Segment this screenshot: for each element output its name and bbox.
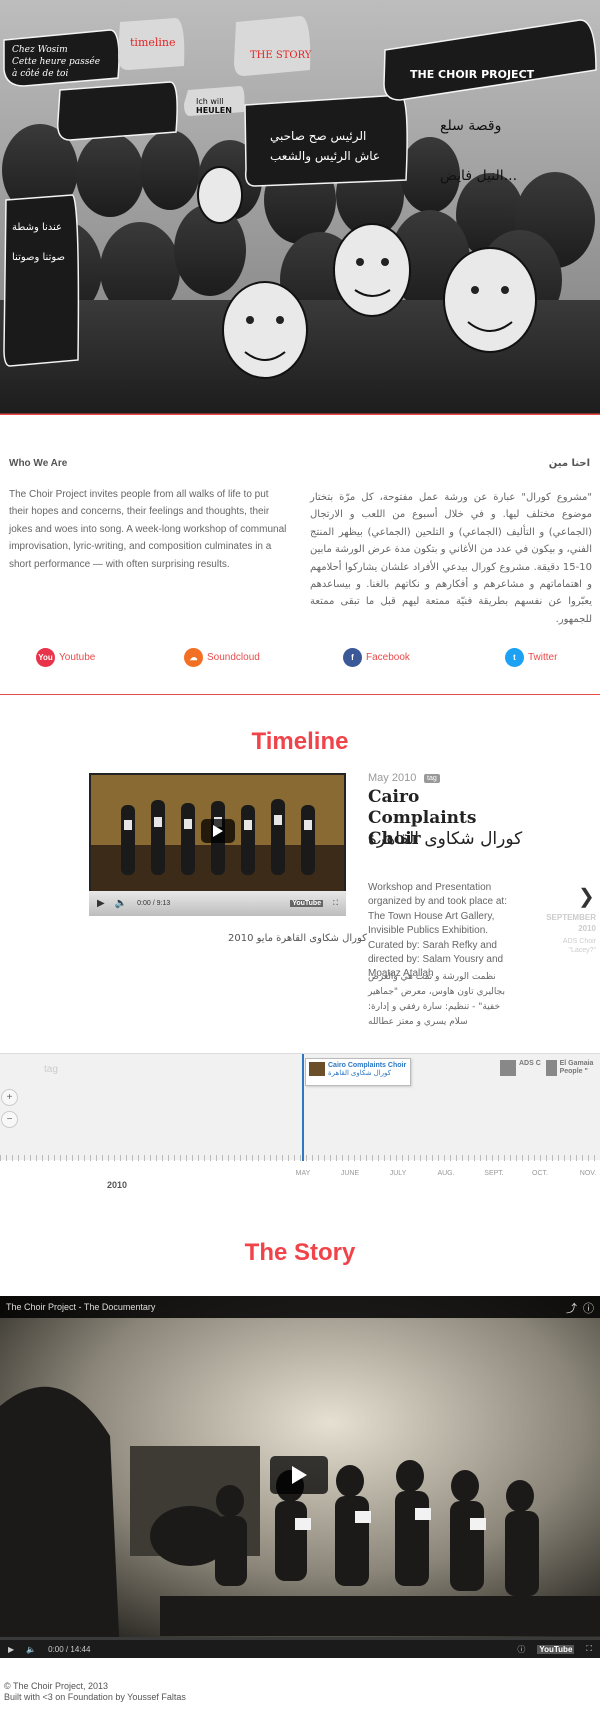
fullscreen-icon[interactable]: ⛶ xyxy=(586,1644,592,1654)
svg-text:الرئيس صح صاحبي: الرئيس صح صاحبي xyxy=(270,129,366,144)
timeline-marker-gamaia[interactable]: El Gamaia People " xyxy=(546,1060,600,1076)
info-icon[interactable]: ⓘ xyxy=(517,1644,525,1655)
nav-ghost-tag: tag xyxy=(44,1064,58,1075)
volume-icon[interactable]: 🔈 xyxy=(115,898,127,909)
who-we-are-heading: Who We Are xyxy=(9,458,68,469)
axis-month: JUNE xyxy=(340,1170,360,1177)
video-title[interactable]: The Choir Project - The Documentary xyxy=(6,1302,155,1312)
video-title-bar: The Choir Project - The Documentary xyxy=(0,1296,600,1318)
next-slide-arrow-icon[interactable]: ❯ xyxy=(578,884,595,909)
youtube-logo-icon[interactable]: YouTube xyxy=(290,900,324,907)
video-caption: كورال شكاوى القاهرة مايو 2010 xyxy=(228,933,367,944)
section-divider xyxy=(0,694,600,695)
svg-text:THE STORY: THE STORY xyxy=(250,50,312,61)
svg-text:THE CHOIR PROJECT: THE CHOIR PROJECT xyxy=(410,68,535,81)
axis-month: MAY xyxy=(295,1170,311,1177)
play-icon[interactable]: ▶ xyxy=(97,898,105,909)
slide-description-ar: نظمت الورشة و تمت هي والعرض بجاليري تاون… xyxy=(368,972,505,1027)
slide-date: May 2010 xyxy=(368,772,417,784)
video-top-icons: ⤴ ⓘ xyxy=(566,1300,594,1316)
zoom-out-icon[interactable]: − xyxy=(1,1111,18,1128)
hero-artwork: Chez Wosim Cette heure passée à côté de … xyxy=(0,16,600,414)
youtube-label: Youtube xyxy=(59,652,96,663)
share-icon[interactable]: ⤴ xyxy=(566,1300,577,1316)
info-icon[interactable]: ⓘ xyxy=(583,1300,594,1316)
youtube-logo-icon[interactable]: YouTube xyxy=(537,1644,575,1654)
next-slide-date[interactable]: SEPTEMBER 2010 xyxy=(536,912,596,934)
who-we-are-text: The Choir Project invites people from al… xyxy=(9,489,287,570)
slide-tag: tag xyxy=(424,774,440,783)
facebook-label: Facebook xyxy=(366,652,410,663)
story-video-player[interactable]: The Choir Project - The Documentary ⤴ ⓘ … xyxy=(0,1296,600,1658)
marker-thumbnail xyxy=(546,1060,557,1076)
marker-thumbnail xyxy=(500,1060,516,1076)
soundcloud-icon: ☁ xyxy=(184,648,203,667)
axis-month: SEPT. xyxy=(484,1170,504,1177)
timeline-axis: 2010 MAY JUNE JULY AUG. SEPT. OCT. NOV. xyxy=(0,1160,600,1200)
video-play-button[interactable] xyxy=(201,819,235,843)
video-frame xyxy=(91,775,344,891)
axis-month: OCT. xyxy=(532,1170,548,1177)
axis-month: NOV. xyxy=(579,1170,597,1177)
footer: © The Choir Project, 2013 Built with <3 … xyxy=(4,1681,186,1703)
video-controls: ▶ 🔈 0:00 / 9:13 YouTube ⛶ xyxy=(89,891,346,916)
svg-text:عاش الرئيس والشعب: عاش الرئيس والشعب xyxy=(270,149,380,164)
story-heading: The Story xyxy=(244,1239,356,1266)
svg-text:timeline: timeline xyxy=(130,36,176,49)
svg-text:à côté de toi: à côté de toi xyxy=(12,68,68,79)
video-time: 0:00 / 9:13 xyxy=(137,900,171,907)
twitter-icon: t xyxy=(505,648,524,667)
twitter-link[interactable]: t Twitter xyxy=(505,648,557,667)
volume-icon[interactable]: 🔈 xyxy=(26,1645,36,1654)
play-icon[interactable]: ▶ xyxy=(8,1645,14,1654)
axis-year: 2010 xyxy=(106,1180,128,1190)
svg-text:HEULEN: HEULEN xyxy=(196,106,232,115)
svg-text:Ich will: Ich will xyxy=(196,97,224,106)
axis-month: AUG. xyxy=(437,1170,455,1177)
svg-text:وقصة سلع: وقصة سلع xyxy=(440,118,501,134)
marker-title: Cairo Complaints Choir كورال شكاوى القاه… xyxy=(328,1062,407,1077)
timeline-marker-ads[interactable]: ADS C xyxy=(500,1060,541,1076)
story-video-controls: ▶ 🔈 0:00 / 14:44 ⓘ YouTube ⛶ xyxy=(0,1637,600,1658)
svg-text:Chez Wosim: Chez Wosim xyxy=(12,45,68,55)
marker-thumbnail xyxy=(309,1062,325,1076)
soundcloud-link[interactable]: ☁ Soundcloud xyxy=(184,648,260,667)
svg-text:صوتنا وصوتنا: صوتنا وصوتنا xyxy=(12,252,65,263)
svg-text:عندنا وشطة: عندنا وشطة xyxy=(12,222,62,233)
slide-title-ar: كورال شكاوى القاهرة xyxy=(368,829,523,849)
fullscreen-icon[interactable]: ⛶ xyxy=(333,900,338,908)
youtube-icon: You xyxy=(36,648,55,667)
slide-description: Workshop and Presentation organized by a… xyxy=(368,882,507,980)
story-play-button[interactable] xyxy=(270,1456,328,1494)
youtube-link[interactable]: You Youtube xyxy=(36,648,95,667)
hero-illustration: Chez Wosim Cette heure passée à côté de … xyxy=(0,0,600,415)
axis-month: JULY xyxy=(389,1170,407,1177)
timeline-heading: Timeline xyxy=(251,728,349,755)
soundcloud-label: Soundcloud xyxy=(207,652,260,663)
timeline-marker-line xyxy=(302,1054,304,1161)
timeline-video-player[interactable]: ▶ 🔈 0:00 / 9:13 YouTube ⛶ xyxy=(89,773,346,916)
who-we-are-heading-ar: احنا مين xyxy=(548,458,590,469)
timeline-marker-cairo[interactable]: Cairo Complaints Choir كورال شكاوى القاه… xyxy=(305,1058,411,1086)
svg-text:النيل فايض...: النيل فايض... xyxy=(440,168,517,184)
timeline-navigator[interactable]: tag + − Cairo Complaints Choir كورال شكا… xyxy=(0,1053,600,1161)
page: Chez Wosim Cette heure passée à côté de … xyxy=(0,0,600,1727)
facebook-link[interactable]: f Facebook xyxy=(343,648,410,667)
social-links: You Youtube ☁ Soundcloud f Facebook t Tw… xyxy=(0,648,600,670)
who-we-are-text-ar: "مشروع كورال" عبارة عن ورشة عمل مفتوحة، … xyxy=(310,492,592,625)
video-time: 0:00 / 14:44 xyxy=(48,1644,91,1654)
footer-copyright: © The Choir Project, 2013 xyxy=(4,1681,109,1691)
twitter-label: Twitter xyxy=(528,652,558,663)
facebook-icon: f xyxy=(343,648,362,667)
next-slide-title[interactable]: ADS Choir "Lacey?" xyxy=(546,937,596,955)
zoom-in-icon[interactable]: + xyxy=(1,1089,18,1106)
footer-credit: Built with <3 on Foundation by Youssef F… xyxy=(4,1692,186,1702)
svg-text:Cette heure passée: Cette heure passée xyxy=(12,56,100,67)
